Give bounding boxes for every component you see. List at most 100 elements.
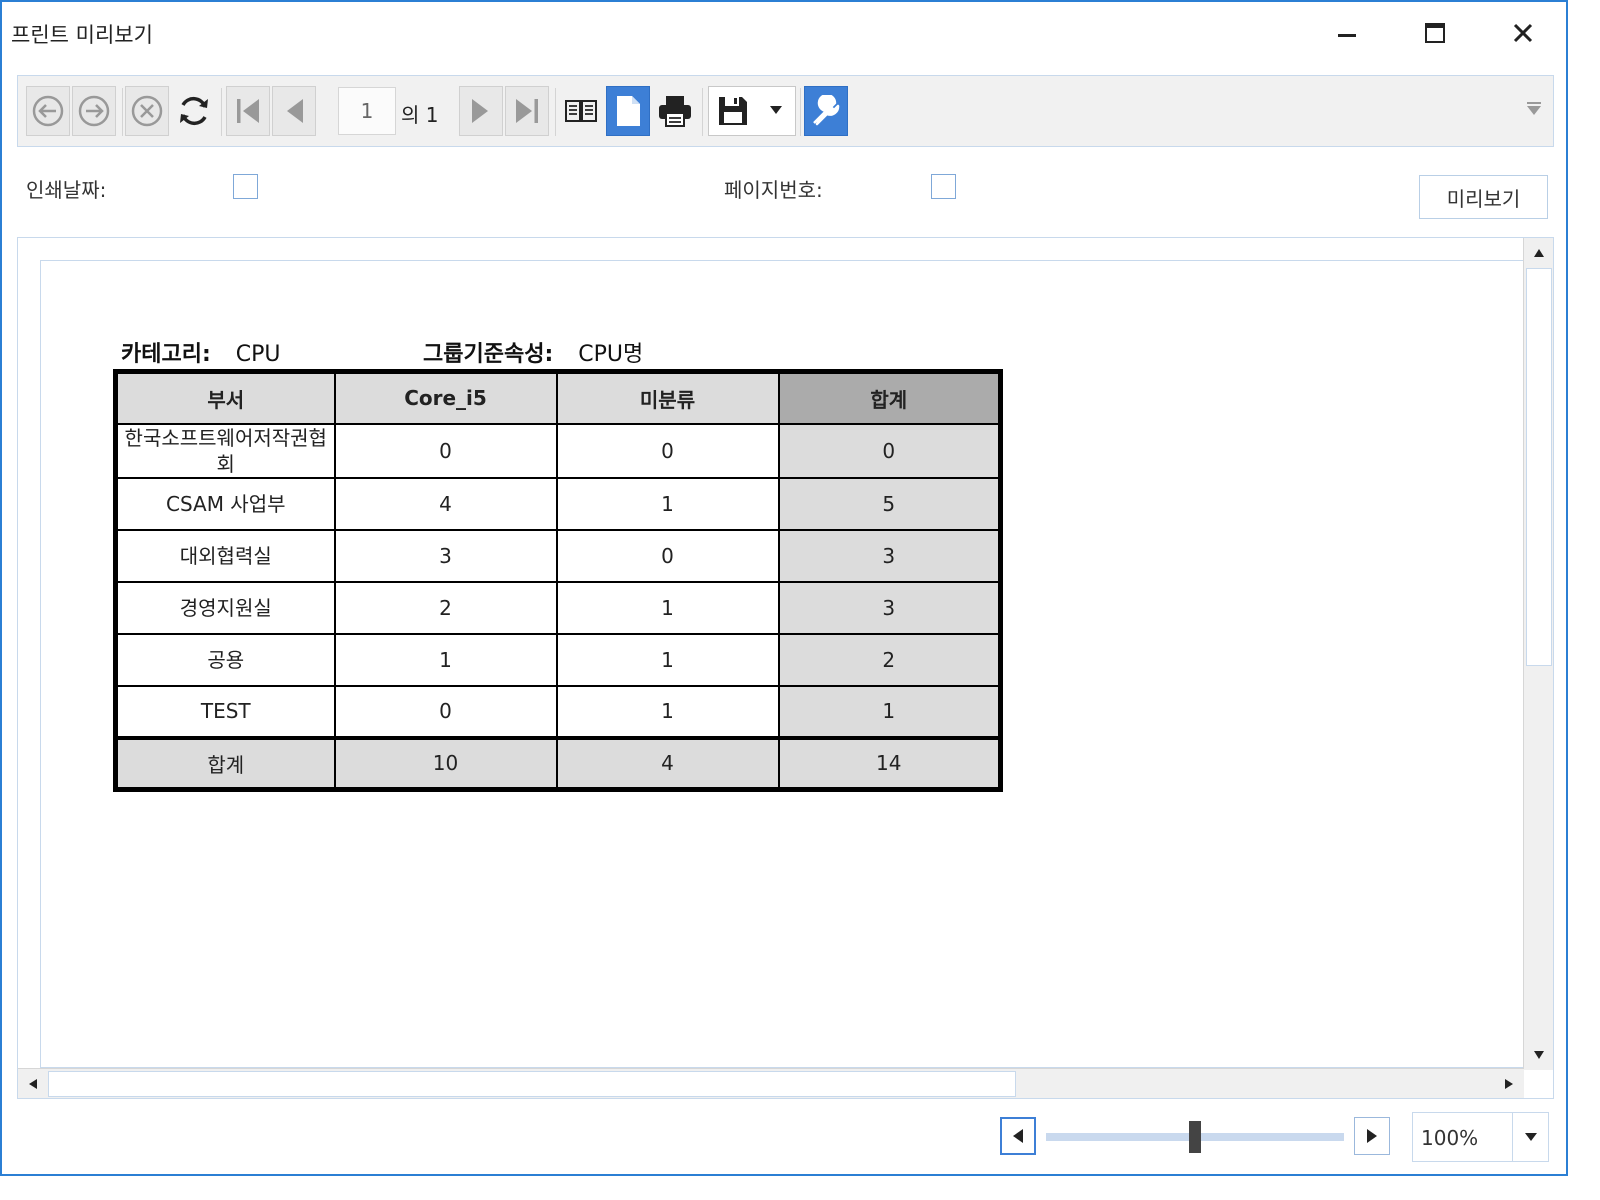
scroll-right-button[interactable]	[1494, 1069, 1524, 1099]
maximize-icon	[1425, 23, 1445, 43]
settings-wrench-icon	[813, 95, 840, 126]
arrow-down-icon	[1534, 1051, 1544, 1059]
chevron-right-icon	[1367, 1129, 1377, 1143]
table-cell: CSAM 사업부	[114, 476, 336, 531]
preview-toolbar: 1 의 1	[17, 75, 1554, 147]
back-button[interactable]	[26, 86, 70, 136]
group-value: CPU명	[578, 342, 644, 367]
table-cell: 0	[555, 422, 780, 479]
table-cell: 1	[555, 684, 780, 739]
refresh-icon	[180, 96, 208, 126]
arrow-left-icon	[29, 1079, 37, 1089]
horizontal-scrollbar[interactable]	[18, 1068, 1524, 1098]
table-cell: 4	[333, 476, 558, 531]
zoom-level-value: 100%	[1421, 1126, 1479, 1150]
page-view-button[interactable]	[606, 86, 650, 136]
group-label: 그룹기준속성:	[423, 342, 554, 367]
table-row: 한국소프트웨어저작권협회 0 0 0	[114, 422, 1002, 479]
column-header: 부서	[114, 370, 336, 425]
table-cell: 3	[333, 528, 558, 583]
previous-page-icon	[287, 99, 303, 123]
toolbar-separator	[702, 88, 703, 136]
maximize-button[interactable]	[1405, 12, 1465, 54]
minimize-button[interactable]	[1317, 12, 1377, 54]
next-page-button[interactable]	[459, 86, 503, 136]
chevron-left-icon	[1013, 1129, 1023, 1143]
table-cell: TEST	[114, 684, 336, 739]
toolbar-separator	[800, 88, 801, 136]
table-cell: 공용	[114, 632, 336, 687]
stop-button[interactable]	[125, 86, 169, 136]
refresh-button[interactable]	[172, 86, 216, 136]
toolbar-separator	[555, 88, 556, 136]
column-header: 미분류	[555, 370, 780, 425]
book-view-icon	[565, 100, 597, 122]
window-title: 프린트 미리보기	[11, 23, 153, 47]
page-number-checkbox[interactable]	[931, 174, 956, 199]
table-cell: 0	[333, 684, 558, 739]
zoom-in-button[interactable]	[1354, 1117, 1390, 1155]
chevron-down-icon	[1524, 1133, 1537, 1141]
page-view-icon	[617, 96, 640, 126]
category-field: 카테고리: CPU	[121, 336, 281, 368]
category-value: CPU	[235, 342, 281, 367]
table-total-row: 합계 10 4 14	[114, 735, 1002, 791]
save-dropdown[interactable]	[708, 86, 796, 136]
book-view-button[interactable]	[559, 86, 603, 136]
table-cell: 대외협력실	[114, 528, 336, 583]
table-cell: 3	[777, 580, 1002, 635]
print-button[interactable]	[653, 86, 697, 136]
table-cell: 0	[333, 422, 558, 479]
table-row: 공용 1 1 2	[114, 632, 1002, 687]
category-label: 카테고리:	[121, 342, 211, 367]
zoom-slider-thumb[interactable]	[1189, 1121, 1201, 1153]
zoom-dropdown-button[interactable]	[1512, 1113, 1548, 1161]
column-header: 합계	[777, 370, 1002, 425]
save-icon	[719, 97, 747, 125]
table-row: TEST 0 1 1	[114, 684, 1002, 739]
scroll-left-button[interactable]	[18, 1069, 48, 1099]
minimize-icon	[1338, 34, 1356, 37]
table-cell: 1	[777, 684, 1002, 739]
close-button[interactable]	[1493, 12, 1553, 54]
table-cell: 14	[777, 735, 1002, 791]
close-icon	[1513, 23, 1533, 43]
toolbar-separator	[122, 88, 123, 136]
table-row: CSAM 사업부 4 1 5	[114, 476, 1002, 531]
page-count-label: 의 1	[401, 103, 439, 127]
first-page-button[interactable]	[226, 86, 270, 136]
vertical-scroll-thumb[interactable]	[1526, 268, 1552, 666]
table-cell: 합계	[114, 735, 336, 791]
table-cell: 1	[333, 632, 558, 687]
next-page-icon	[472, 99, 488, 123]
vertical-scrollbar[interactable]	[1523, 238, 1553, 1070]
last-page-icon	[516, 99, 538, 123]
table-header-row: 부서 Core_i5 미분류 합계	[114, 370, 1002, 425]
print-date-checkbox[interactable]	[233, 174, 258, 199]
forward-button[interactable]	[72, 86, 116, 136]
toolbar-overflow-icon[interactable]	[1525, 101, 1543, 117]
forward-icon	[78, 95, 110, 127]
preview-button[interactable]: 미리보기	[1419, 175, 1548, 219]
scroll-up-button[interactable]	[1524, 238, 1554, 268]
print-date-label: 인쇄날짜:	[26, 178, 107, 202]
report-page: 카테고리: CPU 그룹기준속성: CPU명 부서 Core_i5 미분류 합계	[40, 260, 1525, 1068]
page-number-input[interactable]: 1	[338, 87, 396, 135]
horizontal-scroll-thumb[interactable]	[48, 1071, 1016, 1097]
stop-icon	[131, 95, 163, 127]
zoom-level-select[interactable]: 100%	[1412, 1112, 1549, 1162]
table-cell: 3	[777, 528, 1002, 583]
last-page-button[interactable]	[505, 86, 549, 136]
group-field: 그룹기준속성: CPU명	[423, 336, 643, 368]
previous-page-button[interactable]	[272, 86, 316, 136]
settings-button[interactable]	[804, 86, 848, 136]
report-table: 부서 Core_i5 미분류 합계 한국소프트웨어저작권협회 0 0 0 CSA…	[113, 369, 1003, 792]
zoom-out-button[interactable]	[1000, 1117, 1036, 1155]
table-row: 대외협력실 3 0 3	[114, 528, 1002, 583]
table-cell: 10	[333, 735, 558, 791]
first-page-icon	[237, 99, 259, 123]
scroll-down-button[interactable]	[1524, 1040, 1554, 1070]
table-cell: 2	[777, 632, 1002, 687]
page-number-label: 페이지번호:	[724, 178, 823, 202]
back-icon	[32, 95, 64, 127]
